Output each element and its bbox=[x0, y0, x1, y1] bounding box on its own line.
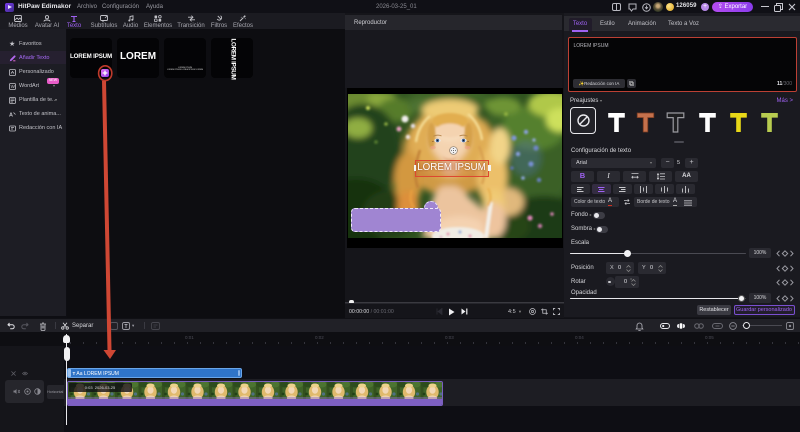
svg-text:A: A bbox=[9, 112, 13, 118]
svg-text:W: W bbox=[11, 84, 16, 89]
